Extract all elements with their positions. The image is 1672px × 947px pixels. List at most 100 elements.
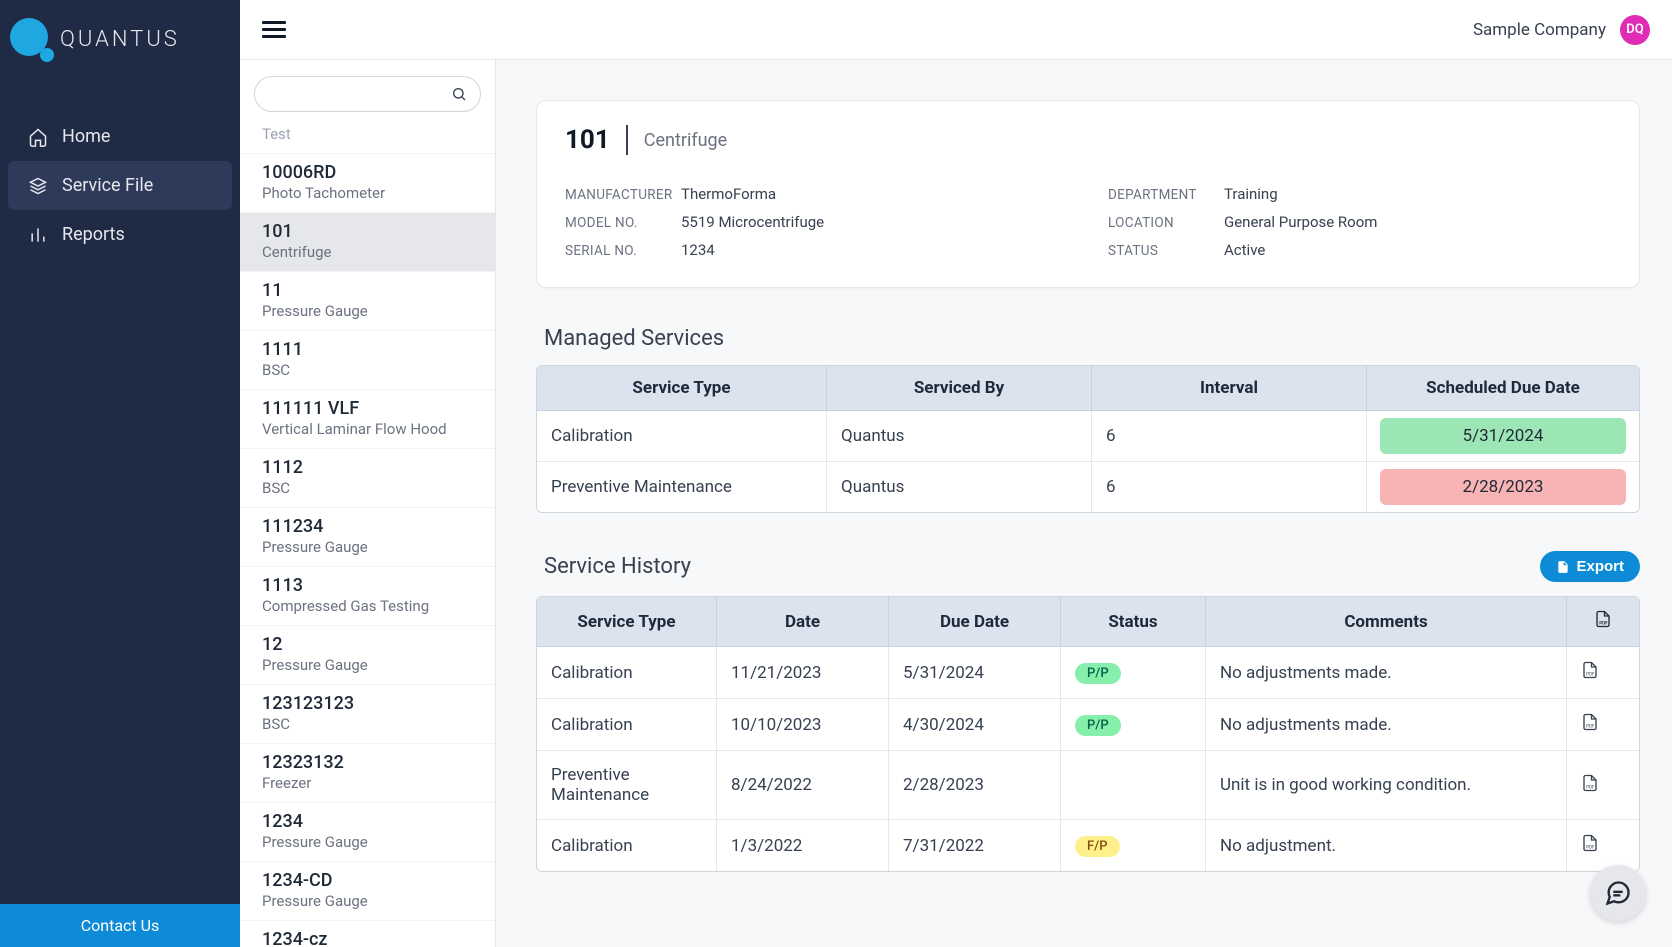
export-icon	[1556, 560, 1570, 574]
pdf-icon: PDF	[1594, 609, 1612, 629]
serial-value: 1234	[681, 241, 715, 259]
equipment-list-item[interactable]: 1234-CDPressure Gauge	[240, 861, 495, 920]
bar-chart-icon	[28, 225, 48, 245]
managed-services-table: Service TypeServiced ByIntervalScheduled…	[536, 365, 1640, 513]
svg-text:PDF: PDF	[1586, 723, 1595, 729]
detail-id: 101	[565, 125, 610, 155]
pdf-icon[interactable]: PDF	[1581, 774, 1599, 796]
status-pill: F/P	[1075, 836, 1120, 857]
equipment-list-item[interactable]: 11Pressure Gauge	[240, 271, 495, 330]
equipment-list-item[interactable]: 10006RDPhoto Tachometer	[240, 153, 495, 212]
equipment-id: 1234-CD	[262, 870, 473, 891]
equipment-list-item[interactable]: 1111BSC	[240, 330, 495, 389]
location-label: LOCATION	[1108, 215, 1210, 231]
equipment-id: 1111	[262, 339, 473, 360]
pdf-cell[interactable]: PDF	[1567, 820, 1639, 871]
status: P/P	[1061, 699, 1206, 751]
table-row: Calibration10/10/20234/30/2024P/PNo adju…	[537, 699, 1639, 751]
equipment-desc: Pressure Gauge	[262, 538, 473, 556]
interval: 6	[1092, 462, 1367, 512]
comments: Unit is in good working condition.	[1206, 751, 1567, 820]
serviced-by: Quantus	[827, 411, 1092, 462]
pdf-icon[interactable]: PDF	[1581, 834, 1599, 856]
pdf-icon[interactable]: PDF	[1581, 661, 1599, 683]
service-type: Preventive Maintenance	[537, 751, 717, 820]
equipment-id: 12	[262, 634, 473, 655]
service-date: 8/24/2022	[717, 751, 889, 820]
nav-label: Reports	[62, 224, 125, 245]
serial-label: SERIAL NO.	[565, 243, 667, 259]
equipment-list-item[interactable]: 101Centrifuge	[240, 212, 495, 271]
equipment-list[interactable]: Test 10006RDPhoto Tachometer101Centrifuge…	[240, 124, 495, 947]
equipment-desc: BSC	[262, 715, 473, 733]
service-date: 10/10/2023	[717, 699, 889, 751]
table-row: Calibration1/3/20227/31/2022F/PNo adjust…	[537, 820, 1639, 871]
search-icon[interactable]	[451, 86, 467, 102]
equipment-list-item[interactable]: 1234-czPressure Gauge	[240, 920, 495, 947]
equipment-id: 111234	[262, 516, 473, 537]
pdf-icon[interactable]: PDF	[1581, 713, 1599, 735]
equipment-id: 1234	[262, 811, 473, 832]
table-header: Status	[1061, 597, 1206, 647]
equipment-list-panel: Test 10006RDPhoto Tachometer101Centrifuge…	[240, 60, 496, 947]
brand-logo: QUANTUS	[0, 0, 240, 82]
nav-label: Service File	[62, 175, 153, 196]
equipment-list-item[interactable]: 12323132Freezer	[240, 743, 495, 802]
export-label: Export	[1576, 558, 1624, 575]
pdf-cell[interactable]: PDF	[1567, 647, 1639, 699]
stack-icon	[28, 176, 48, 196]
table-header: Service Type	[537, 366, 827, 411]
service-type: Calibration	[537, 820, 717, 871]
status: P/P	[1061, 647, 1206, 699]
equipment-list-item[interactable]: 111111 VLFVertical Laminar Flow Hood	[240, 389, 495, 448]
nav-reports[interactable]: Reports	[8, 210, 232, 259]
table-row: Preventive Maintenance8/24/20222/28/2023…	[537, 751, 1639, 820]
pdf-cell[interactable]: PDF	[1567, 751, 1639, 820]
status: F/P	[1061, 820, 1206, 871]
equipment-search-input[interactable]	[254, 76, 481, 112]
status-pill: P/P	[1075, 715, 1121, 736]
divider	[626, 125, 628, 155]
equipment-list-item[interactable]: 12Pressure Gauge	[240, 625, 495, 684]
model-value: 5519 Microcentrifuge	[681, 213, 824, 231]
equipment-desc: Pressure Gauge	[262, 656, 473, 674]
export-button[interactable]: Export	[1540, 551, 1640, 582]
table-header: PDF	[1567, 597, 1639, 647]
table-row: CalibrationQuantus65/31/2024	[537, 411, 1639, 462]
equipment-desc: Centrifuge	[262, 243, 473, 261]
equipment-id: 1113	[262, 575, 473, 596]
chat-fab[interactable]	[1590, 865, 1646, 921]
table-row: Preventive MaintenanceQuantus62/28/2023	[537, 462, 1639, 512]
equipment-list-item[interactable]: 1234Pressure Gauge	[240, 802, 495, 861]
equipment-list-item[interactable]: Test	[240, 125, 495, 153]
equipment-list-item[interactable]: 123123123BSC	[240, 684, 495, 743]
contact-us-button[interactable]: Contact Us	[0, 904, 240, 947]
table-header: Date	[717, 597, 889, 647]
equipment-list-item[interactable]: 1112BSC	[240, 448, 495, 507]
nav-home[interactable]: Home	[8, 112, 232, 161]
table-header: Serviced By	[827, 366, 1092, 411]
equipment-desc: Test	[262, 125, 473, 143]
managed-services-title: Managed Services	[544, 326, 1640, 351]
service-type: Preventive Maintenance	[537, 462, 827, 512]
table-row: Calibration11/21/20235/31/2024P/PNo adju…	[537, 647, 1639, 699]
table-header: Service Type	[537, 597, 717, 647]
service-type: Calibration	[537, 647, 717, 699]
service-history-table: Service TypeDateDue DateStatusComments PD…	[536, 596, 1640, 872]
table-header: Comments	[1206, 597, 1567, 647]
main-content: 101 Centrifuge MANUFACTURERThermoForma D…	[496, 60, 1672, 947]
equipment-id: 11	[262, 280, 473, 301]
hamburger-icon[interactable]	[262, 20, 286, 40]
department-label: DEPARTMENT	[1108, 187, 1210, 203]
manufacturer-value: ThermoForma	[681, 185, 776, 203]
comments: No adjustment.	[1206, 820, 1567, 871]
nav-service-file[interactable]: Service File	[8, 161, 232, 210]
table-header: Scheduled Due Date	[1367, 366, 1639, 411]
due-date: 2/28/2023	[889, 751, 1061, 820]
manufacturer-label: MANUFACTURER	[565, 187, 667, 203]
equipment-list-item[interactable]: 1113Compressed Gas Testing	[240, 566, 495, 625]
table-header: Due Date	[889, 597, 1061, 647]
user-avatar[interactable]: DQ	[1620, 15, 1650, 45]
equipment-list-item[interactable]: 111234Pressure Gauge	[240, 507, 495, 566]
pdf-cell[interactable]: PDF	[1567, 699, 1639, 751]
